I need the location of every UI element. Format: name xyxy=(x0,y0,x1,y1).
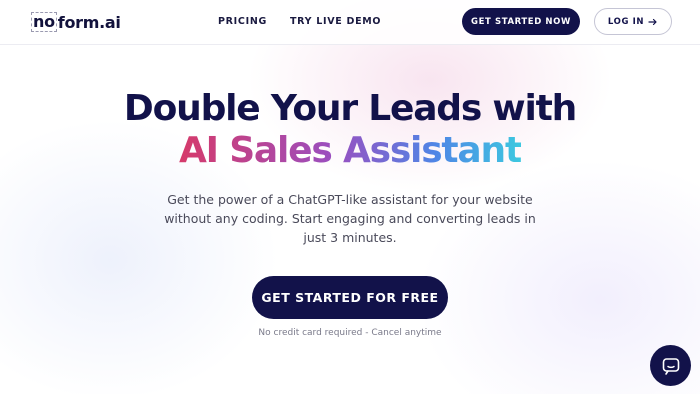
nav-pricing[interactable]: PRICING xyxy=(218,16,267,27)
cta-label: GET STARTED FOR FREE xyxy=(261,290,439,305)
chat-widget-button[interactable] xyxy=(650,345,691,386)
site-header: no form.ai PRICING TRY LIVE DEMO GET STA… xyxy=(0,0,700,45)
logo-no: no xyxy=(31,12,57,32)
hero-note: No credit card required - Cancel anytime xyxy=(258,328,442,338)
hero-title-line2: AI Sales Assistant xyxy=(0,126,700,176)
logo-form-ai: form.ai xyxy=(57,12,121,32)
log-in-label: LOG IN xyxy=(607,16,645,27)
chat-bubble-icon xyxy=(661,356,681,376)
logo[interactable]: no form.ai xyxy=(31,11,121,33)
get-started-for-free-button[interactable]: GET STARTED FOR FREE xyxy=(252,276,448,319)
log-in-button[interactable]: LOG IN xyxy=(594,8,672,35)
get-started-now-button[interactable]: GET STARTED NOW xyxy=(462,8,580,35)
get-started-now-label: GET STARTED NOW xyxy=(471,16,571,27)
hero-title-gradient: AI Sales Assistant xyxy=(179,130,522,171)
hero-subtitle: Get the power of a ChatGPT-like assistan… xyxy=(164,192,536,245)
arrow-right-icon xyxy=(648,17,658,27)
nav-try-live-demo[interactable]: TRY LIVE DEMO xyxy=(290,16,381,27)
